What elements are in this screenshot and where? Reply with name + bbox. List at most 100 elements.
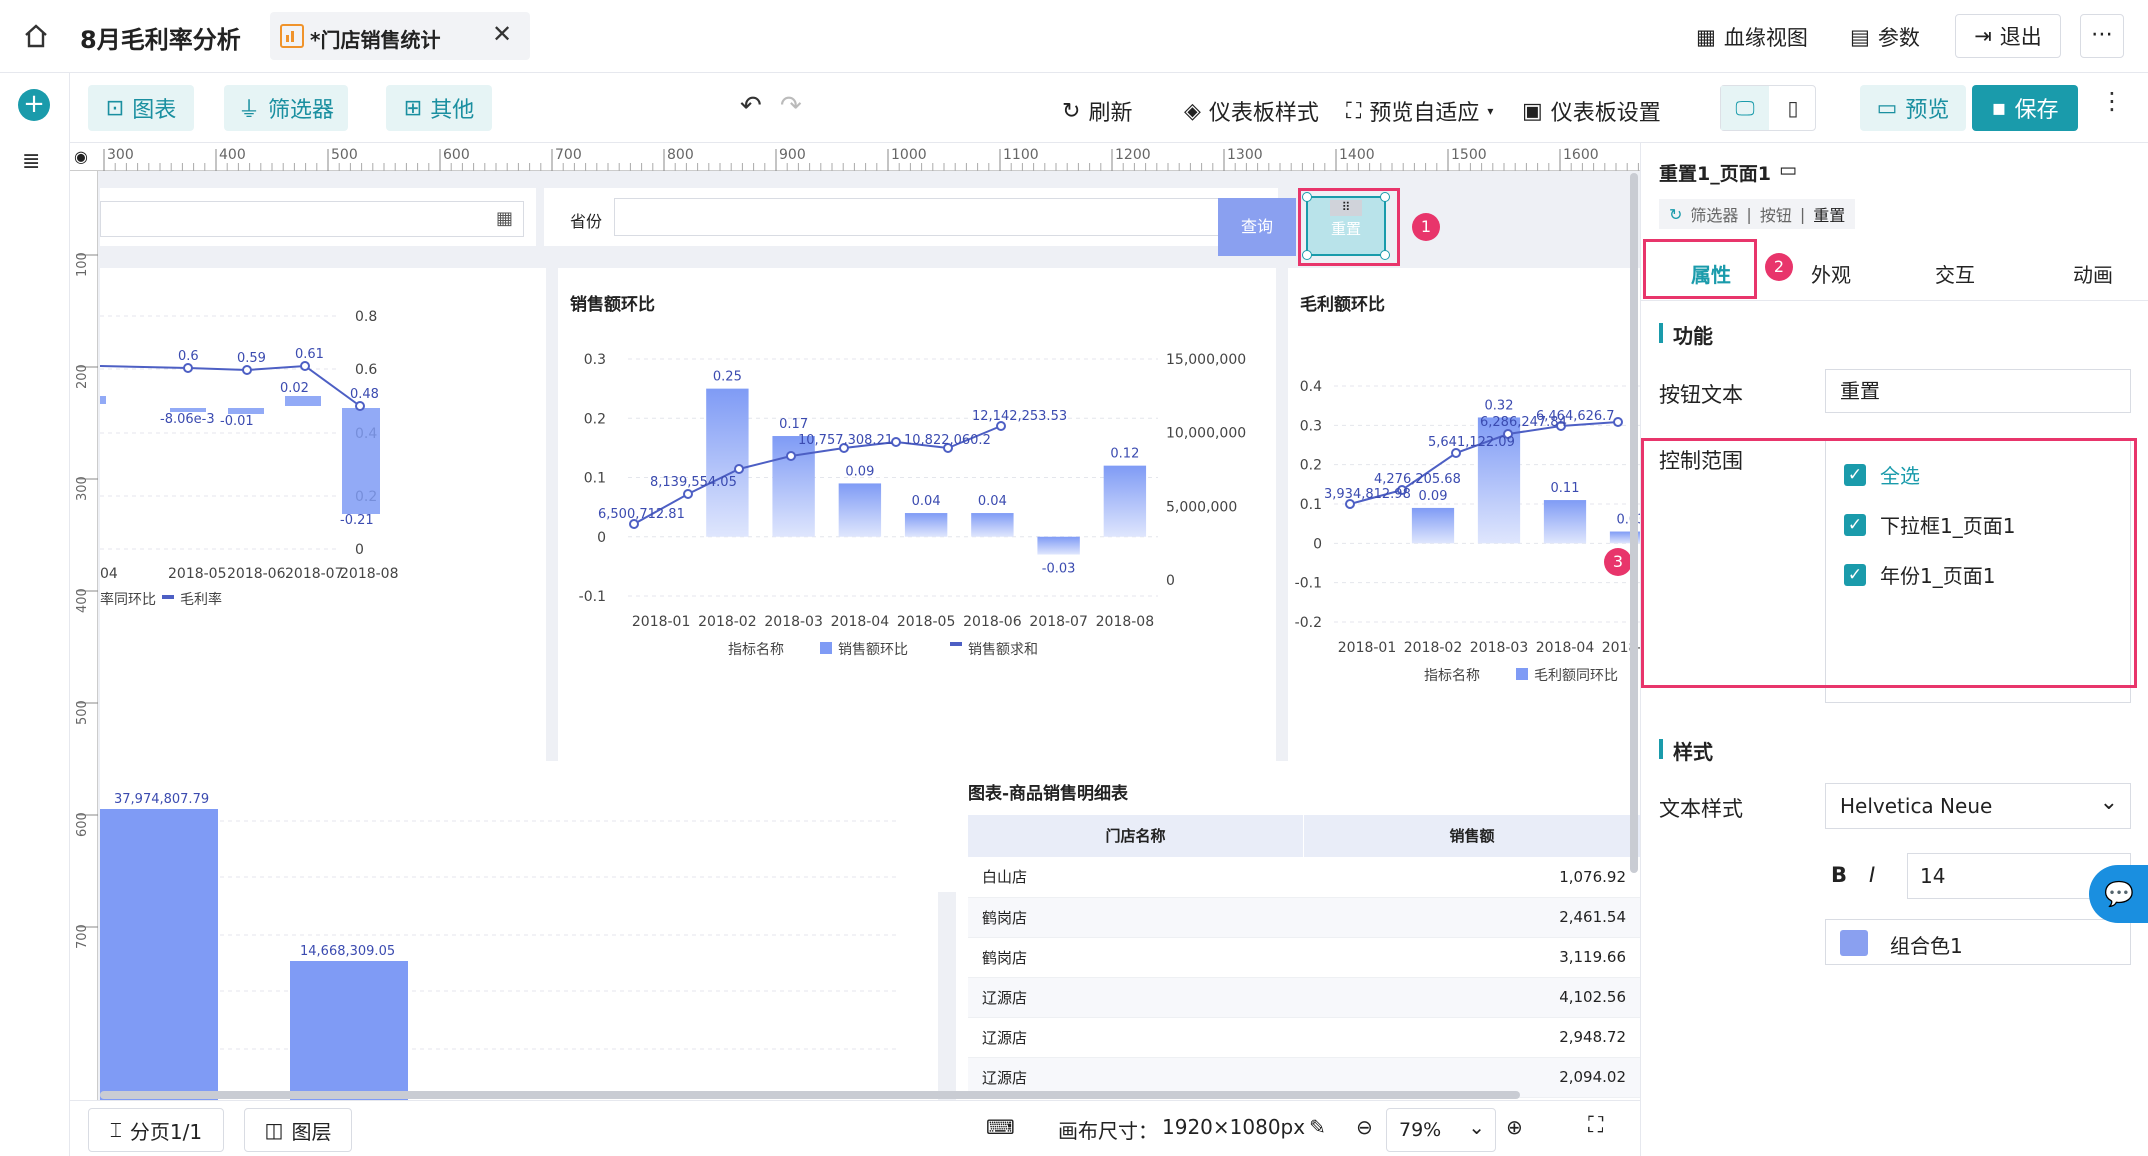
y-tick-label: 0.3	[1300, 418, 1322, 434]
tab-store-sales[interactable]: *门店销售统计 ✕	[270, 12, 530, 60]
legend-item: 率同环比	[100, 591, 156, 608]
redo-icon[interactable]: ↷	[780, 91, 802, 121]
zoom-in-icon[interactable]: ⊕	[1506, 1115, 1523, 1139]
tab-interaction[interactable]: 交互	[1935, 259, 1975, 288]
query-button[interactable]: 查询	[1218, 198, 1296, 256]
eye-icon[interactable]: ◉	[74, 147, 88, 166]
chart-button[interactable]: ⊡ 图表	[88, 85, 194, 131]
x-tick-label: 2018-07	[285, 566, 344, 582]
desktop-icon[interactable]: 🖵	[1721, 86, 1769, 130]
bar	[706, 388, 749, 537]
canvas-size: 画布尺寸： 1920×1080px ✎	[1058, 1115, 1326, 1144]
keyboard-icon[interactable]: ⌨	[986, 1115, 1015, 1139]
layers-button[interactable]: ◫ 图层	[244, 1108, 352, 1152]
exit-button[interactable]: ⇥ 退出	[1955, 14, 2061, 58]
ruler-label: 1600	[1563, 147, 1599, 163]
province-select[interactable]: ⌄	[614, 198, 1262, 236]
horizontal-scrollbar[interactable]	[100, 1091, 1520, 1099]
bar	[904, 513, 948, 537]
ruler-label: 200	[75, 364, 90, 389]
lineage-view-button[interactable]: ▦ 血缘视图	[1696, 22, 1808, 52]
ruler-label: 1100	[1003, 147, 1039, 163]
rename-icon[interactable]: ▭	[1779, 159, 1797, 186]
preview-adapt-dropdown[interactable]: ⛶ 预览自适应 ▾	[1346, 95, 1493, 127]
chevron-down-icon: ⌄	[1468, 1115, 1485, 1139]
exit-label: 退出	[1999, 25, 2042, 49]
property-panel: 重置1_页面1 ▭ ↻ 筛选器 | 按钮 | 重置 属性 外观 交互 动画 2 功能 …	[1640, 143, 2148, 1156]
table-row[interactable]: 白山店 1,076.92	[968, 857, 1640, 898]
tab-appearance[interactable]: 外观	[1811, 259, 1851, 288]
y-tick-label: 0	[355, 542, 364, 558]
y-tick-label: 0.4	[1300, 379, 1322, 395]
button-text-input[interactable]: 重置	[1825, 369, 2131, 413]
tab-label: *门店销售统计	[310, 28, 441, 52]
refresh-button[interactable]: ↻ 刷新	[1062, 95, 1132, 127]
home-icon[interactable]	[22, 22, 50, 50]
ruler-label: 1300	[1227, 147, 1263, 163]
bold-button[interactable]: B	[1831, 863, 1847, 887]
vertical-scrollbar[interactable]	[1630, 173, 1638, 873]
dashboard-settings-button[interactable]: ▣ 仪表板设置	[1522, 95, 1661, 127]
breadcrumb-item[interactable]: 筛选器	[1690, 202, 1738, 226]
more-vertical-icon[interactable]: ⋮	[2100, 87, 2124, 115]
undo-icon[interactable]: ↶	[740, 91, 762, 121]
data-label: -0.21	[340, 513, 374, 528]
chat-assistant-icon[interactable]: 💬	[2089, 865, 2148, 923]
other-button[interactable]: ⊞ 其他	[386, 85, 492, 131]
y-tick-label: 0.1	[584, 471, 606, 487]
ruler-label: 700	[75, 924, 90, 949]
params-button[interactable]: ▤ 参数	[1850, 22, 1920, 52]
line-point	[183, 363, 193, 373]
edit-icon[interactable]: ✎	[1309, 1115, 1326, 1144]
preview-button[interactable]: ▭ 预览	[1860, 85, 1966, 131]
font-family-select[interactable]: Helvetica Neue ⌄	[1825, 783, 2131, 829]
pagination-button[interactable]: ⌶ 分页1/1	[88, 1108, 224, 1152]
cell-store: 白山店	[968, 857, 1308, 898]
data-label: 0.32	[1485, 398, 1514, 413]
table-row[interactable]: 辽源店 4,102.56	[968, 977, 1640, 1018]
style-icon: ◈	[1184, 98, 1201, 124]
ruler-label: 800	[667, 147, 694, 163]
breadcrumb-separator: |	[1746, 204, 1752, 224]
column-header-sales[interactable]: 销售额	[1304, 815, 1640, 857]
more-options-icon[interactable]: ⋯	[2080, 14, 2124, 58]
breadcrumb-item[interactable]: 重置	[1813, 202, 1845, 226]
close-tab-icon[interactable]: ✕	[492, 20, 512, 48]
zoom-out-icon[interactable]: ⊖	[1356, 1115, 1373, 1139]
filter-button[interactable]: ⏚ 筛选器	[224, 85, 348, 131]
y-tick-label: 0	[1313, 536, 1322, 552]
legend-title: 指标名称	[728, 642, 784, 658]
data-label: -0.03	[1042, 562, 1076, 577]
page-icon: ⌶	[109, 1118, 122, 1142]
bar	[100, 396, 106, 404]
preview-label: 预览	[1905, 98, 1950, 123]
cell-sales: 3,119.66	[1308, 937, 1640, 978]
zoom-select[interactable]: 79% ⌄	[1386, 1108, 1496, 1152]
table-row[interactable]: 辽源店 2,948.72	[968, 1017, 1640, 1058]
sales-total-chart-card: 37,974,807.79 14,668,309.05	[100, 761, 938, 1101]
outline-icon[interactable]: ≣	[22, 149, 40, 174]
color-name: 组合色1	[1890, 934, 1963, 958]
tab-animation[interactable]: 动画	[2073, 259, 2113, 288]
text-style-label: 文本样式	[1659, 797, 1743, 821]
save-button[interactable]: ▪ 保存	[1972, 85, 2078, 131]
ruler-label: 1400	[1339, 147, 1375, 163]
color-picker[interactable]: 组合色1	[1825, 919, 2131, 965]
dashboard-style-button[interactable]: ◈ 仪表板样式	[1184, 95, 1319, 127]
line-point	[891, 437, 901, 447]
left-rail: + ≣	[0, 73, 70, 1156]
date-input[interactable]: ▦	[100, 201, 524, 237]
table-row[interactable]: 鹤岗店 2,461.54	[968, 897, 1640, 938]
italic-button[interactable]: I	[1869, 863, 1875, 887]
add-component-icon[interactable]: +	[18, 89, 50, 121]
data-label: 10,757,308.21	[798, 433, 893, 448]
vertical-ruler: 100 200 300 400 500 600 700	[70, 171, 98, 1101]
breadcrumb-separator: |	[1799, 204, 1806, 224]
ruler-label: 1000	[891, 147, 927, 163]
x-tick-label: 2018-06	[963, 614, 1022, 630]
table-row[interactable]: 鹤岗店 3,119.66	[968, 937, 1640, 978]
breadcrumb-item[interactable]: 按钮	[1760, 202, 1792, 226]
column-header-store[interactable]: 门店名称	[968, 815, 1304, 857]
fit-screen-icon[interactable]: ⛶	[1588, 1113, 1603, 1138]
mobile-icon[interactable]: ▯	[1769, 86, 1817, 130]
